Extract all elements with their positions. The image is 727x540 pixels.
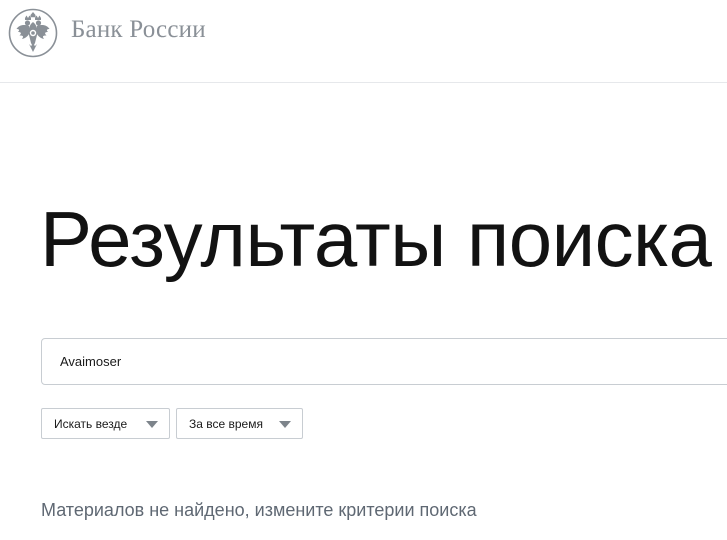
empty-results-message: Материалов не найдено, измените критерии… xyxy=(41,500,477,520)
filter-period-label: За все время xyxy=(189,417,263,431)
caret-down-icon xyxy=(279,421,291,428)
bank-emblem-icon[interactable] xyxy=(8,8,58,58)
search-box[interactable] xyxy=(41,338,727,385)
brand-name[interactable]: Банк России xyxy=(71,16,206,44)
page-title: Результаты поиска xyxy=(40,195,712,283)
filter-scope-label: Искать везде xyxy=(54,417,128,431)
filter-scope-dropdown[interactable]: Искать везде xyxy=(41,408,170,439)
filter-period-dropdown[interactable]: За все время xyxy=(176,408,303,439)
site-header: Банк России xyxy=(0,0,727,83)
caret-down-icon xyxy=(146,421,158,428)
search-input[interactable] xyxy=(60,339,700,384)
